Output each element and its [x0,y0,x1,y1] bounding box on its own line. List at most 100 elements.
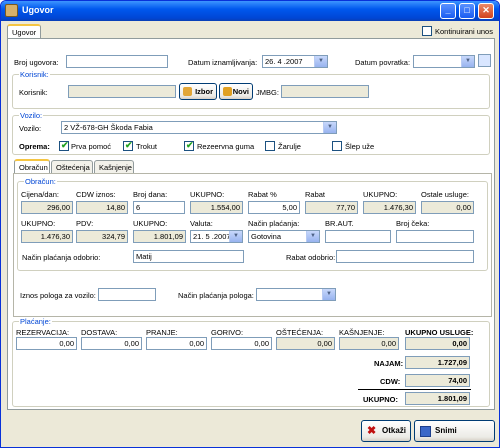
otkazi-button[interactable]: ✖ Otkaži [361,420,411,442]
zarulje-checkbox[interactable] [265,141,275,151]
rabat-field[interactable]: 77,70 [305,201,358,214]
ukupno-2-label: UKUPNO: [363,190,398,199]
broj-ceka-input[interactable] [396,230,474,243]
main-panel: Broj ugovora: Datum iznamljivanja: 26. 4… [7,38,495,410]
window-title: Ugovor [22,5,54,15]
vozilo-group-title: Vozilo: [19,111,44,120]
nacin-placanja-select[interactable]: Gotovina ▼ [248,230,320,243]
tab-ostecenja[interactable]: Oštećenja [51,160,93,174]
cancel-icon: ✖ [367,425,377,437]
checkmark-icon: ✔ [61,140,69,150]
datum-iznamljivanja-value: 26. 4 .2007 [265,57,303,66]
ukupno-usluge-field[interactable]: 0,00 [405,337,470,350]
calendar-tool-icon[interactable] [478,54,491,67]
total-divider [358,389,471,390]
ukupno-total-label: UKUPNO: [363,395,398,404]
cdw-iznos-field[interactable]: 14,80 [76,201,128,214]
rabat-label: Rabat [305,190,326,199]
br-aut-label: BR.AUT. [325,219,354,228]
close-button[interactable]: ✕ [478,3,494,19]
tab-kasnjenje[interactable]: Kašnjenje [94,160,134,174]
jmbg-field[interactable] [281,85,369,98]
tab-obracun[interactable]: Obračun [14,159,50,173]
rabat-odobrio-label: Rabat odobrio: [286,253,336,262]
broj-dana-input[interactable]: 6 [133,201,185,214]
obracun-panel: Obračun: Cijena/dan: CDW iznos: Broj dan… [13,173,492,317]
cdw-iznos-label: CDW iznos: [76,190,116,199]
broj-ugovora-input[interactable] [66,55,168,68]
pranje-input[interactable]: 0,00 [146,337,207,350]
pdv-field[interactable]: 324,79 [76,230,128,243]
vozilo-select[interactable]: 2 VŽ-678-GH Škoda Fabia ▼ [61,121,337,134]
snimi-promjene-button[interactable]: Snimi promjene [414,420,495,447]
korisnik-group: Korisnik: Korisnik: Izbor Novi JMBG: [12,70,490,109]
ukupno-3-label: UKUPNO: [21,219,56,228]
chevron-down-icon[interactable]: ▼ [314,56,327,67]
app-icon [5,4,18,17]
datum-povratka-picker[interactable]: ▼ [413,55,475,68]
snimi-label: Snimi promjene [435,426,471,447]
valuta-picker[interactable]: 21. 5 .2007 ▼ [190,230,243,243]
iznos-pologa-input[interactable] [98,288,156,301]
br-aut-input[interactable] [325,230,391,243]
placanje-odobrio-label: Način plaćanja odobrio: [22,253,101,262]
placanje-odobrio-input[interactable]: Matij [133,250,244,263]
chevron-down-icon[interactable]: ▼ [306,231,319,242]
rabat-pct-label: Rabat % [248,190,277,199]
datum-povratka-label: Datum povratka: [355,58,411,67]
rezervna-guma-checkbox[interactable]: ✔ [184,140,194,151]
gorivo-input[interactable]: 0,00 [211,337,272,350]
datum-iznamljivanja-label: Datum iznamljivanja: [188,58,258,67]
obracun-group-title: Obračun: [24,177,57,186]
najam-field[interactable]: 1.727,09 [405,356,470,369]
chevron-down-icon[interactable]: ▼ [322,289,335,300]
kasnjenje-field[interactable]: 0,00 [339,337,399,350]
izbor-button[interactable]: Izbor [179,83,217,100]
kasnjenje-label: KAŠNJENJE: [339,328,385,337]
save-icon [420,426,431,437]
maximize-button[interactable]: □ [459,3,475,19]
kontinuirani-label: Kontinuirani unos [435,27,493,36]
tab-ugovor[interactable]: Ugovor [7,24,41,38]
ukupno-3-field[interactable]: 1.476,30 [21,230,73,243]
novi-button[interactable]: Novi [219,83,253,100]
ukupno-usluge-label: UKUPNO USLUGE: [405,328,474,337]
title-bar[interactable]: Ugovor _ □ ✕ [1,1,499,21]
ukupno-1-field[interactable]: 1.554,00 [190,201,243,214]
client-area: Ugovor Kontinuirani unos Broj ugovora: D… [4,21,498,447]
rezervacija-label: REZERVACIJA: [16,328,70,337]
nacin-pologa-select[interactable]: ▼ [256,288,336,301]
chevron-down-icon[interactable]: ▼ [461,56,474,67]
rabat-odobrio-input[interactable] [336,250,474,263]
ukupno-4-field[interactable]: 1.801,09 [133,230,186,243]
prva-pomoc-checkbox[interactable]: ✔ [59,140,69,151]
ostale-usluge-field[interactable]: 0,00 [421,201,474,214]
minimize-button[interactable]: _ [440,3,456,19]
cijena-dan-field[interactable]: 296,00 [21,201,73,214]
gorivo-label: GORIVO: [211,328,244,337]
contract-window: Ugovor _ □ ✕ Ugovor Kontinuirani unos Br… [0,0,500,448]
zarulje-label: Žarulje [278,142,301,151]
slep-uze-checkbox[interactable] [332,141,342,151]
datum-iznamljivanja-picker[interactable]: 26. 4 .2007 ▼ [262,55,328,68]
obracun-group: Obračun: Cijena/dan: CDW iznos: Broj dan… [17,177,488,271]
placanje-group: Plaćanje: REZERVACIJA: DOSTAVA: PRANJE: … [12,317,490,407]
rabat-pct-input[interactable]: 5,00 [248,201,300,214]
cdw-field[interactable]: 74,00 [405,374,470,387]
kontinuirani-checkbox[interactable] [422,26,432,36]
dostava-input[interactable]: 0,00 [81,337,142,350]
rezervacija-input[interactable]: 0,00 [16,337,77,350]
ostecenja-field[interactable]: 0,00 [276,337,335,350]
new-user-icon [223,87,232,96]
trokut-checkbox[interactable]: ✔ [123,140,133,151]
slep-uze-label: Šlep uže [345,142,375,151]
search-icon [183,87,192,96]
valuta-label: Valuta: [190,219,213,228]
chevron-down-icon[interactable]: ▼ [229,231,242,242]
korisnik-field[interactable] [68,85,176,98]
chevron-down-icon[interactable]: ▼ [323,122,336,133]
ukupno-total-field[interactable]: 1.801,09 [405,392,470,405]
rezervna-guma-label: Rezeervna guma [197,142,255,151]
nacin-placanja-value: Gotovina [251,232,282,241]
ukupno-2-field[interactable]: 1.476,30 [363,201,416,214]
